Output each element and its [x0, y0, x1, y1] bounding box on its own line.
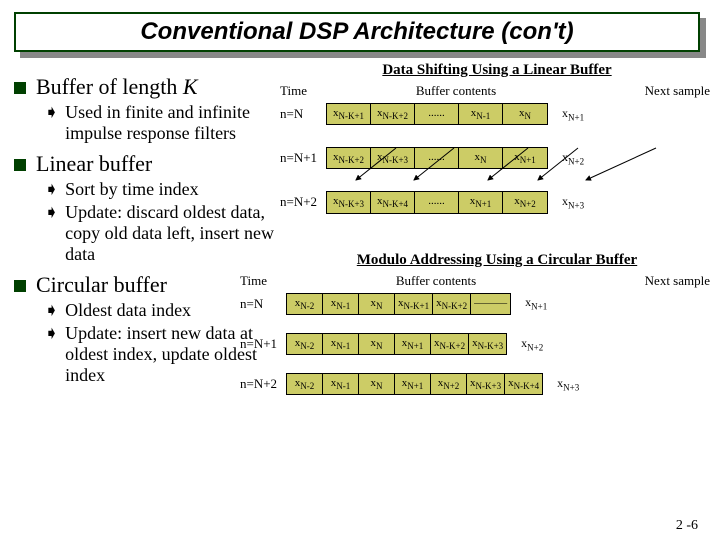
buffer-cells: xN-2xN-1xNxN+1xN+2xN-K+3xN-K+4 — [286, 373, 543, 395]
time-label: n=N+1 — [240, 336, 286, 352]
sub-text: Update: discard oldest data, copy old da… — [65, 202, 284, 264]
next-sample: xN+3 — [557, 376, 579, 392]
circular-rows: n=NxN-2xN-1xNxN-K+1xN-K+2———xN+1n=N+1xN-… — [240, 293, 714, 410]
buffer-cell: xN-1 — [323, 374, 359, 394]
buffer-cell: ...... — [415, 104, 459, 124]
buffer-cell: xN+1 — [395, 374, 431, 394]
buffer-cell: xN-K+1 — [395, 294, 433, 314]
arrow-bullet-icon: ➧ — [44, 102, 59, 143]
buffer-cell: xN-K+2 — [371, 104, 415, 124]
arrow-bullet-icon: ➧ — [44, 300, 59, 321]
bullet-text: Circular buffer — [36, 272, 167, 298]
circular-section-title: Modulo Addressing Using a Circular Buffe… — [280, 252, 714, 269]
sub-item: ➧ Used in finite and infinite impulse re… — [44, 102, 284, 143]
buffer-cell: xN-2 — [287, 294, 323, 314]
buffer-cell: xN-K+2 — [433, 294, 471, 314]
buffer-cell: xN+2 — [431, 374, 467, 394]
sub-text: Used in finite and infinite impulse resp… — [65, 102, 284, 143]
arrow-bullet-icon: ➧ — [44, 179, 59, 200]
buffer-cell: xN-2 — [287, 374, 323, 394]
buffer-cell: xN — [503, 104, 547, 124]
linear-header: Time Buffer contents Next sample — [280, 83, 714, 99]
title-bar: Conventional DSP Architecture (con't) — [14, 12, 700, 52]
buffer-row: n=N+1xN-2xN-1xNxN+1xN-K+2xN-K+3 xN+2 — [240, 333, 714, 355]
buffer-cells: xN-2xN-1xNxN-K+1xN-K+2——— — [286, 293, 511, 315]
time-label: n=N — [280, 106, 326, 122]
buffer-row: n=NxN-K+1xN-K+2......xN-1xN xN+1 — [280, 103, 714, 125]
shift-arrow-icon — [326, 124, 706, 254]
buffer-cell: xN-K+4 — [505, 374, 542, 394]
bullet-buffer-length: Buffer of length K — [14, 74, 284, 100]
next-sample: xN+2 — [521, 336, 543, 352]
page-number: 2 -6 — [676, 518, 698, 534]
time-label: n=N+1 — [280, 150, 326, 166]
next-sample: xN+1 — [562, 106, 584, 122]
header-next: Next sample — [586, 83, 714, 99]
buffer-cell: xN — [359, 294, 395, 314]
square-bullet-icon — [14, 159, 26, 171]
sub-text: Oldest data index — [65, 300, 191, 321]
arrow-bullet-icon: ➧ — [44, 202, 59, 264]
bullet-text: Buffer of length K — [36, 74, 198, 100]
buffer-cell: xN-K+2 — [431, 334, 469, 354]
header-next: Next sample — [586, 273, 714, 289]
header-time: Time — [240, 273, 286, 289]
time-label: n=N — [240, 296, 286, 312]
circular-header: Time Buffer contents Next sample — [240, 273, 714, 289]
buffer-cell: xN — [359, 374, 395, 394]
linear-section-title: Data Shifting Using a Linear Buffer — [280, 62, 714, 79]
buffer-row: n=N+2xN-2xN-1xNxN+1xN+2xN-K+3xN-K+4 xN+3 — [240, 373, 714, 395]
buffer-cells: xN-K+1xN-K+2......xN-1xN — [326, 103, 548, 125]
bullet-text: Linear buffer — [36, 151, 152, 177]
sub-item: ➧ Update: discard oldest data, copy old … — [44, 202, 284, 264]
header-buffer: Buffer contents — [326, 83, 586, 99]
buffer-cell: xN-K+3 — [469, 334, 506, 354]
header-time: Time — [280, 83, 326, 99]
buffer-cell: xN-K+3 — [467, 374, 505, 394]
buffer-cell: xN-K+1 — [327, 104, 371, 124]
header-buffer: Buffer contents — [286, 273, 586, 289]
square-bullet-icon — [14, 280, 26, 292]
square-bullet-icon — [14, 82, 26, 94]
buffer-cell: xN-1 — [323, 334, 359, 354]
time-label: n=N+2 — [240, 376, 286, 392]
buffer-cells: xN-2xN-1xNxN+1xN-K+2xN-K+3 — [286, 333, 507, 355]
buffer-row: n=NxN-2xN-1xNxN-K+1xN-K+2——— xN+1 — [240, 293, 714, 315]
arrow-bullet-icon: ➧ — [44, 323, 59, 385]
buffer-cell: ——— — [471, 294, 510, 314]
next-sample: xN+1 — [525, 295, 547, 311]
time-label: n=N+2 — [280, 194, 326, 210]
buffer-cell: xN-1 — [323, 294, 359, 314]
buffer-cell: xN+1 — [395, 334, 431, 354]
buffer-cell: xN — [359, 334, 395, 354]
sub-item: ➧ Sort by time index — [44, 179, 284, 200]
bullet-linear-buffer: Linear buffer — [14, 151, 284, 177]
buffer-cell: xN-2 — [287, 334, 323, 354]
sub-text: Sort by time index — [65, 179, 199, 200]
slide-title: Conventional DSP Architecture (con't) — [140, 18, 573, 46]
buffer-cell: xN-1 — [459, 104, 503, 124]
